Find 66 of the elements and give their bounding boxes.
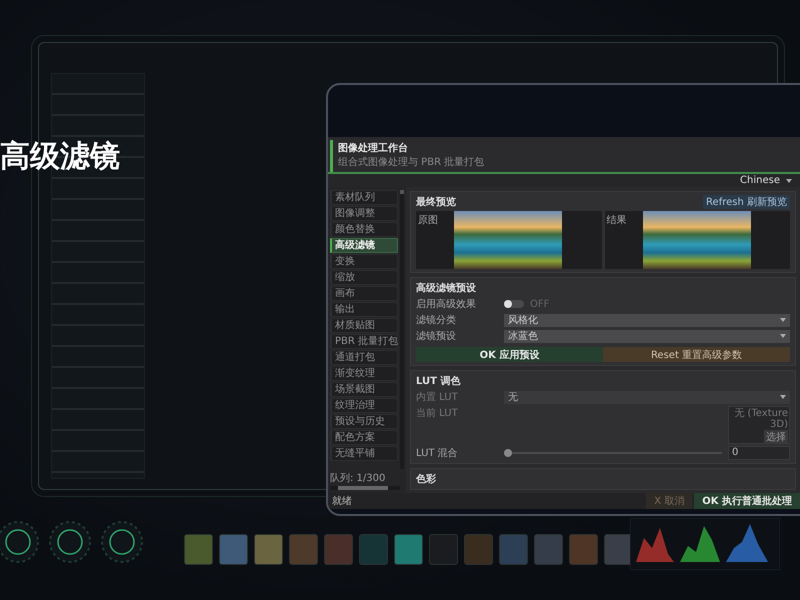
field-label: 内置 LUT [416, 390, 459, 404]
field-label: LUT 混合 [416, 447, 459, 460]
thumbnail [464, 534, 493, 565]
sidebar-item[interactable]: 纹理治理 [330, 398, 398, 413]
queue-count: 队列: 1/300 [330, 472, 386, 485]
sidebar-item[interactable]: 场景截图 [330, 382, 398, 397]
value-field[interactable]: 0 [728, 446, 790, 460]
field-label: 滤镜预设 [416, 330, 457, 343]
thumbnail [429, 534, 458, 565]
sidebar-item[interactable]: 缩放 [330, 270, 398, 285]
caret-icon [786, 178, 792, 182]
thumbnail [359, 534, 388, 565]
thumbnail [184, 534, 213, 565]
thumbnail [534, 534, 563, 565]
texture-name: 无 (Texture 3D) [733, 408, 788, 430]
refresh-button[interactable]: Refresh 刷新预览 [703, 195, 790, 209]
apply-button[interactable]: OK 应用预设 [416, 347, 603, 362]
select-field[interactable]: 无 [504, 390, 790, 404]
reset-button[interactable]: Reset 重置高级参数 [603, 347, 790, 362]
field-label: 滤镜分类 [416, 314, 457, 327]
pane-label: 结果 [606, 214, 628, 228]
sidebar-item[interactable]: 渐变纹理 [330, 366, 398, 381]
sidebar-item[interactable]: 材质贴图 [330, 318, 398, 333]
thumbnail [324, 534, 353, 565]
sidebar-item[interactable]: 画布 [330, 286, 398, 301]
thumbnail [219, 534, 248, 565]
select-field[interactable]: 风格化 [504, 314, 790, 326]
choose-button[interactable]: 选择 [764, 430, 788, 444]
sidebar-item[interactable]: 预设与历史 [330, 414, 398, 429]
field-label: 启用高级效果 [416, 298, 477, 311]
card-title: 高级滤镜预设 [416, 281, 477, 295]
app-title: 图像处理工作台 [338, 142, 409, 155]
page-heading: 高级滤镜 [0, 138, 120, 176]
pane-label: 原图 [417, 214, 439, 228]
run-button[interactable]: OK 执行普通批处理 [694, 493, 800, 509]
toggle-switch[interactable] [504, 300, 524, 308]
language-dropdown[interactable]: Chinese [736, 175, 796, 186]
sidebar-item[interactable]: 颜色替换 [330, 222, 398, 237]
sidebar-item[interactable]: 输出 [330, 302, 398, 317]
card-title: LUT 调色 [416, 374, 462, 388]
select-field[interactable]: 冰蓝色 [504, 330, 790, 342]
thumbnail [499, 534, 528, 565]
sidebar-item[interactable]: 通道打包 [330, 350, 398, 365]
app-subtitle: 组合式图像处理与 PBR 批量打包 [338, 156, 486, 169]
scrollbar[interactable] [330, 486, 400, 490]
thumbnail [604, 534, 633, 565]
sidebar-item[interactable]: 高级滤镜 [330, 238, 398, 253]
thumbnail [569, 534, 598, 565]
thumbnail [394, 534, 423, 565]
card-title: 色彩 [416, 472, 437, 486]
sidebar-item[interactable]: 配色方案 [330, 430, 398, 445]
sidebar-item[interactable]: PBR 批量打包 [330, 334, 398, 349]
caret-icon [780, 334, 786, 338]
sidebar-item[interactable]: 变换 [330, 254, 398, 269]
caret-icon [780, 318, 786, 322]
thumbnail [254, 534, 283, 565]
cancel-button[interactable]: X 取消 [646, 493, 692, 509]
card-title: 最终预览 [416, 196, 456, 209]
field-label: 当前 LUT [416, 406, 458, 420]
sidebar-item[interactable]: 无缝平铺 [330, 446, 398, 461]
caret-icon [780, 395, 786, 399]
sidebar-item[interactable]: 图像调整 [330, 206, 398, 221]
sidebar-item[interactable]: 素材队列 [330, 190, 398, 205]
status-text: 就绪 [332, 494, 352, 508]
thumbnail [289, 534, 318, 565]
slider-thumb[interactable] [504, 449, 512, 457]
